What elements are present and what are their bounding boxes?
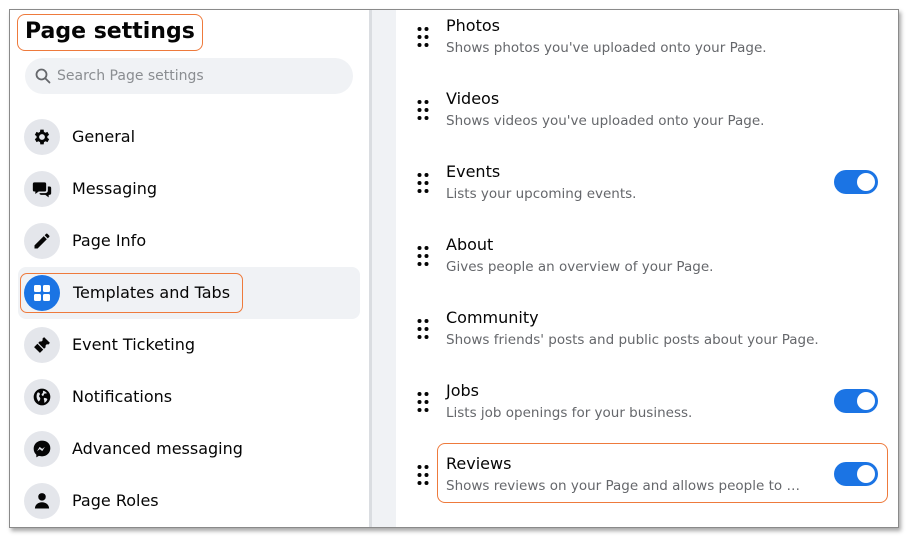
- sidebar-item-label: Event Ticketing: [72, 335, 195, 354]
- search-icon: [35, 68, 51, 84]
- tab-title: Events: [446, 162, 501, 181]
- tab-title: Photos: [446, 16, 500, 35]
- tab-row-community: Community Shows friends' posts and publi…: [396, 304, 896, 364]
- drag-handle-icon[interactable]: [416, 464, 430, 486]
- sidebar-item-label: Templates and Tabs: [73, 283, 231, 302]
- reviews-toggle[interactable]: [834, 462, 878, 486]
- tab-row-events: Events Lists your upcoming events.: [396, 158, 896, 218]
- tab-row-about: About Gives people an overview of your P…: [396, 231, 896, 291]
- tab-row-jobs: Jobs Lists job openings for your busines…: [396, 377, 896, 437]
- tab-title: About: [446, 235, 494, 254]
- tab-description: Lists job openings for your business.: [446, 405, 693, 421]
- pencil-icon: [24, 223, 60, 259]
- settings-sidebar: Page settings General Messaging: [10, 10, 369, 527]
- messenger-icon: [24, 431, 60, 467]
- tab-title: Reviews: [446, 454, 512, 473]
- drag-handle-icon[interactable]: [416, 26, 430, 48]
- sidebar-divider: [369, 10, 372, 527]
- toggle-knob: [857, 173, 875, 191]
- tab-description: Shows photos you've uploaded onto your P…: [446, 40, 767, 56]
- drag-handle-icon[interactable]: [416, 99, 430, 121]
- ticket-icon: [24, 327, 60, 363]
- chat-bubbles-icon: [24, 171, 60, 207]
- sidebar-item-notifications[interactable]: Notifications: [18, 371, 360, 423]
- drag-handle-icon[interactable]: [416, 318, 430, 340]
- tab-title: Jobs: [446, 381, 479, 400]
- sidebar-item-label: Page Roles: [72, 491, 159, 510]
- tab-row-videos: Videos Shows videos you've uploaded onto…: [396, 85, 896, 145]
- sidebar-item-advanced-messaging[interactable]: Advanced messaging: [18, 423, 360, 475]
- tab-description: Shows reviews on your Page and allows pe…: [446, 478, 806, 494]
- drag-handle-icon[interactable]: [416, 172, 430, 194]
- gear-icon: [24, 119, 60, 155]
- sidebar-item-label: Notifications: [72, 387, 173, 406]
- settings-window: Page settings General Messaging: [9, 9, 899, 528]
- sidebar-item-label: General: [72, 127, 136, 146]
- sidebar-item-page-roles[interactable]: Page Roles: [18, 475, 360, 527]
- sidebar-item-templates-and-tabs[interactable]: Templates and Tabs: [18, 267, 360, 319]
- sidebar-item-event-ticketing[interactable]: Event Ticketing: [18, 319, 360, 371]
- tab-description: Gives people an overview of your Page.: [446, 259, 714, 275]
- scroll-gutter[interactable]: [369, 10, 396, 527]
- toggle-knob: [857, 465, 875, 483]
- tab-description: Lists your upcoming events.: [446, 186, 637, 202]
- globe-icon: [24, 379, 60, 415]
- tabs-list: Photos Shows photos you've uploaded onto…: [396, 10, 898, 527]
- tab-title: Videos: [446, 89, 500, 108]
- sidebar-item-label: Advanced messaging: [72, 439, 243, 458]
- tab-row-photos: Photos Shows photos you've uploaded onto…: [396, 12, 896, 72]
- tab-row-reviews: Reviews Shows reviews on your Page and a…: [396, 450, 896, 510]
- page-title: Page settings: [17, 14, 203, 51]
- jobs-toggle[interactable]: [834, 389, 878, 413]
- tab-title: Community: [446, 308, 539, 327]
- drag-handle-icon[interactable]: [416, 245, 430, 267]
- search-input[interactable]: [57, 68, 337, 84]
- sidebar-item-general[interactable]: General: [18, 111, 360, 163]
- search-box[interactable]: [25, 58, 353, 94]
- tab-description: Shows friends' posts and public posts ab…: [446, 332, 819, 348]
- sidebar-item-messaging[interactable]: Messaging: [18, 163, 360, 215]
- drag-handle-icon[interactable]: [416, 391, 430, 413]
- toggle-knob: [857, 392, 875, 410]
- sidebar-item-label: Messaging: [72, 179, 158, 198]
- sidebar-item-page-info[interactable]: Page Info: [18, 215, 360, 267]
- grid-icon: [24, 275, 60, 311]
- events-toggle[interactable]: [834, 170, 878, 194]
- tab-description: Shows videos you've uploaded onto your P…: [446, 113, 765, 129]
- sidebar-item-label: Page Info: [72, 231, 147, 250]
- person-icon: [24, 483, 60, 519]
